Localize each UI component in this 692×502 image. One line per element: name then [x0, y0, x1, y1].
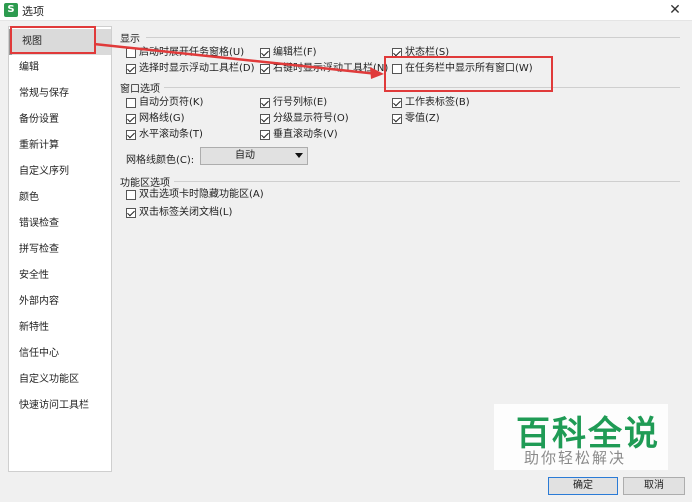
dialog-footer: 确定 取消	[0, 470, 692, 502]
watermark-slogan: 助你轻松解决	[524, 449, 627, 467]
ok-button[interactable]: 确定	[548, 477, 618, 495]
cancel-button[interactable]: 取消	[623, 477, 685, 495]
